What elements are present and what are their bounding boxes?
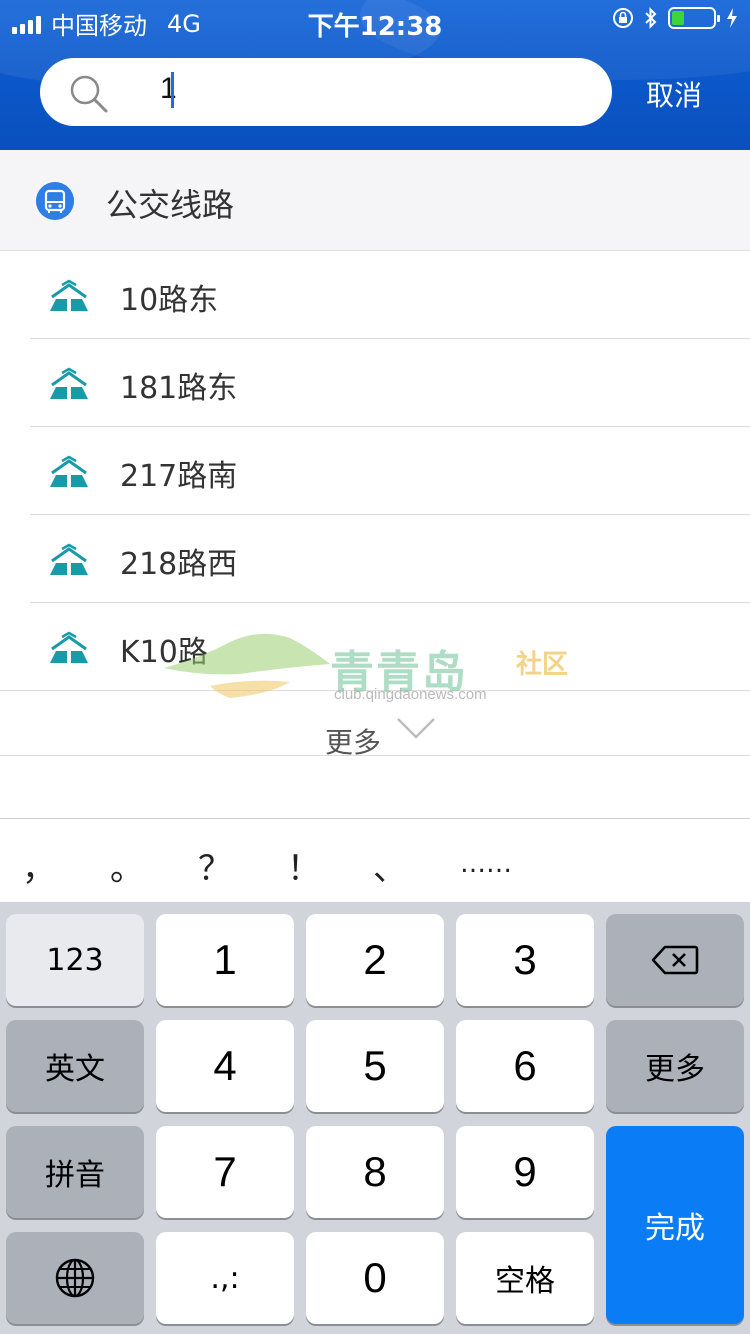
key-label: 0 [363,1254,387,1301]
key-english[interactable]: 英文 [6,1020,144,1112]
cancel-button[interactable]: 取消 [646,74,702,114]
key-7[interactable]: 7 [156,1126,294,1218]
section-title: 公交线路 [106,186,235,224]
key-label: 完成 [645,1211,705,1246]
key-label: 123 [46,942,104,978]
key-label: .,: [210,1260,240,1296]
search-value[interactable]: 1 [160,72,177,106]
route-label: 181路东 [120,371,238,406]
candidate-comma[interactable]: ， [22,841,56,890]
watermark-url: club.qingdaonews.com [334,686,487,703]
key-label: 2 [363,936,387,983]
key-label: 3 [513,936,537,983]
key-punctuation[interactable]: .,: [156,1232,294,1324]
section-header-bus-routes: 公交线路 [0,150,750,251]
list-item[interactable]: 217路南 [30,427,750,515]
globe-button[interactable] [6,1232,144,1324]
route-icon [50,631,88,663]
route-label: K10路 [120,635,208,670]
key-3[interactable]: 3 [456,914,594,1006]
key-more[interactable]: 更多 [606,1020,744,1112]
key-label: 英文 [45,1052,105,1087]
bus-icon [36,182,74,220]
key-label: 8 [363,1148,387,1195]
space-button[interactable]: 空格 [456,1232,594,1324]
list-item[interactable]: 218路西 [30,515,750,603]
key-1[interactable]: 1 [156,914,294,1006]
status-bar: 中国移动 4G 下午12:38 [0,0,750,42]
route-icon [50,279,88,311]
list-item[interactable]: 10路东 [30,251,750,339]
key-label: 拼音 [45,1158,105,1193]
route-label: 218路西 [120,547,238,582]
key-6[interactable]: 6 [456,1020,594,1112]
watermark-sub: 社区 [516,650,569,680]
more-label: 更多 [325,726,382,759]
key-pinyin[interactable]: 拼音 [6,1126,144,1218]
chevron-down-icon [397,718,435,739]
key-label: 7 [213,1148,237,1195]
key-label: 4 [213,1042,237,1089]
candidate-enumeration-comma[interactable]: 、 [373,841,407,890]
done-button[interactable]: 完成 [606,1126,744,1324]
search-icon [70,75,108,113]
list-item[interactable]: 181路东 [30,339,750,427]
route-icon [50,367,88,399]
candidate-ellipsis[interactable]: …… [460,849,512,879]
route-label: 217路南 [120,459,238,494]
key-5[interactable]: 5 [306,1020,444,1112]
key-9[interactable]: 9 [456,1126,594,1218]
globe-icon [55,1258,95,1298]
key-2[interactable]: 2 [306,914,444,1006]
bluetooth-icon [645,7,657,29]
route-icon [50,455,88,487]
battery-icon [668,7,720,29]
route-label: 10路东 [120,283,219,318]
key-label: 更多 [645,1052,705,1087]
key-label: 5 [363,1042,387,1089]
candidate-exclamation[interactable]: ！ [287,841,321,890]
header-bar: 中国移动 4G 下午12:38 1 取消 [0,0,750,150]
text-caret [171,72,174,108]
key-123[interactable]: 123 [6,914,144,1006]
candidate-period[interactable]: 。 [110,841,144,890]
charging-icon [727,8,737,28]
search-input[interactable]: 1 [40,58,612,126]
key-label: 空格 [495,1264,555,1299]
key-8[interactable]: 8 [306,1126,444,1218]
keyboard: 123 1 2 3 英文 4 5 6 更多 拼音 7 8 9 完成 .,: 0 … [0,902,750,1334]
rotation-lock-icon [613,8,633,28]
key-label: 9 [513,1148,537,1195]
backspace-button[interactable] [606,914,744,1006]
candidate-question[interactable]: ？ [198,841,232,890]
key-label: 6 [513,1042,537,1089]
candidate-bar: ， 。 ？ ！ 、 …… [0,818,750,902]
route-icon [50,543,88,575]
backspace-icon [651,945,699,975]
key-0[interactable]: 0 [306,1232,444,1324]
key-label: 1 [213,936,237,983]
key-4[interactable]: 4 [156,1020,294,1112]
status-right [612,6,738,30]
